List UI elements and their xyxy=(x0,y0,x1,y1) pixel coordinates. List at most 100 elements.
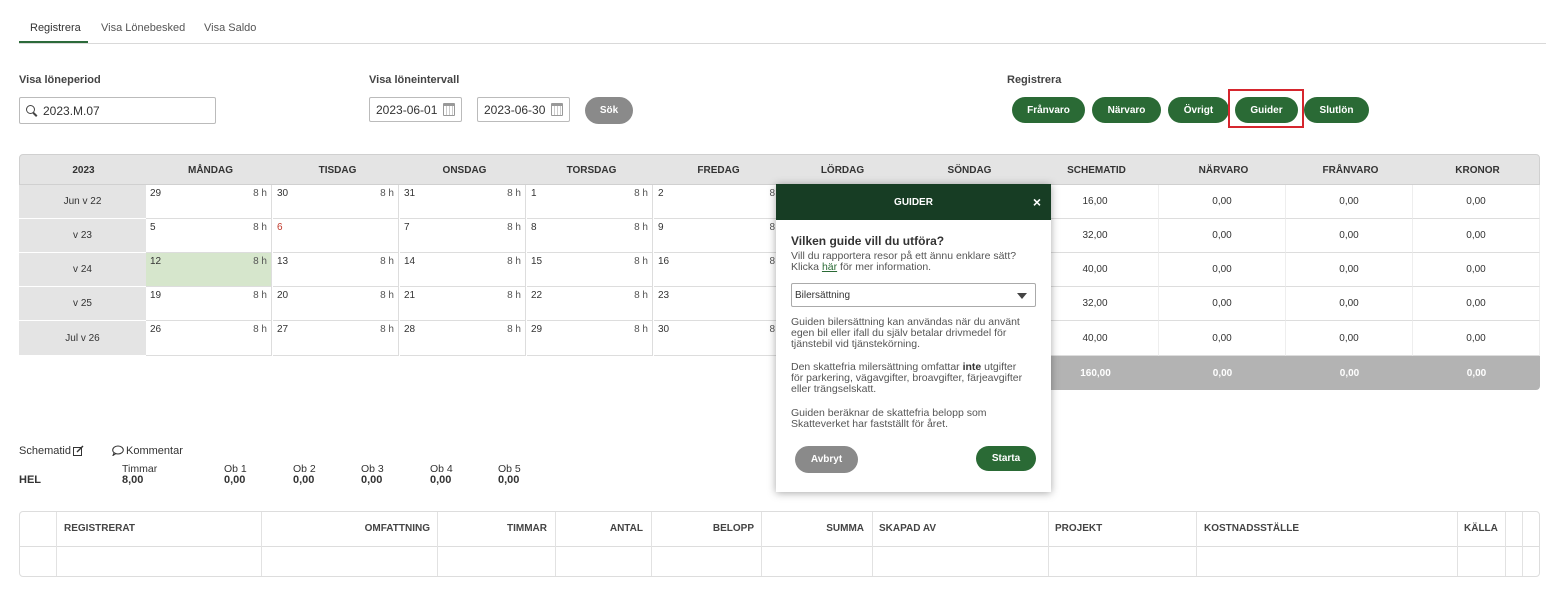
day-cell[interactable]: 5 8 h xyxy=(146,219,272,253)
search-button[interactable]: Sök xyxy=(585,97,633,124)
tab-bar: Registrera Visa Lönebesked Visa Saldo xyxy=(19,0,1546,44)
day-cell[interactable]: 98 xyxy=(654,219,780,253)
period-value: 2023.M.07 xyxy=(43,103,100,118)
day-cell[interactable]: 7 8 h xyxy=(400,219,526,253)
day-header: TISDAG xyxy=(318,165,357,176)
register-label: Registrera xyxy=(1007,74,1062,86)
sum-header: NÄRVARO xyxy=(1198,165,1249,176)
day-cell[interactable]: 22 8 h xyxy=(527,287,653,321)
week-label: v 25 xyxy=(19,287,146,321)
day-cell[interactable]: 23 xyxy=(654,287,780,321)
schematid-cell: 32,00 xyxy=(1032,287,1159,321)
day-cell[interactable]: 27 8 h xyxy=(273,321,399,356)
day-cell[interactable]: 29 8 h xyxy=(527,321,653,356)
day-header: TORSDAG xyxy=(566,165,617,176)
grid-header-divider xyxy=(20,546,1539,547)
day-header: MÅNDAG xyxy=(188,165,233,176)
day-number-holiday: 6 xyxy=(277,222,283,233)
col-kalla[interactable]: KÄLLA xyxy=(1464,523,1498,534)
day-cell-selected[interactable]: 12 8 h xyxy=(146,253,272,287)
grid-separator xyxy=(56,512,57,576)
day-cell[interactable]: 31 8 h xyxy=(400,185,526,219)
col-kostnadsstalle[interactable]: KOSTNADSSTÄLLE xyxy=(1204,523,1299,534)
franvaro-cell: 0,00 xyxy=(1286,253,1413,287)
calendar-icon[interactable] xyxy=(443,103,455,116)
col-registrerat[interactable]: REGISTRERAT xyxy=(64,523,135,534)
day-cell[interactable]: 20 8 h xyxy=(273,287,399,321)
day-number: 23 xyxy=(658,290,670,301)
intro-text: Vill du rapportera resor på ett ännu enk… xyxy=(791,251,1036,273)
timmar-value: 8,00 xyxy=(122,474,144,486)
day-number: 21 xyxy=(404,290,416,301)
franvaro-cell: 0,00 xyxy=(1286,287,1413,321)
comment-icon[interactable] xyxy=(112,445,124,456)
col-skapad-av[interactable]: SKAPAD AV xyxy=(879,523,936,534)
day-number: 26 xyxy=(150,324,162,335)
schematid-cell: 16,00 xyxy=(1032,185,1159,219)
dialog-header: GUIDER xyxy=(776,184,1051,220)
slutlon-button[interactable]: Slutlön xyxy=(1304,97,1369,123)
comment-label[interactable]: Kommentar xyxy=(126,445,183,457)
franvaro-button[interactable]: Frånvaro xyxy=(1012,97,1085,123)
schedule-type: HEL xyxy=(19,474,41,486)
narvaro-button[interactable]: Närvaro xyxy=(1092,97,1161,123)
tab-registrera[interactable]: Registrera xyxy=(30,22,81,34)
day-cell[interactable]: 8 8 h xyxy=(527,219,653,253)
start-button[interactable]: Starta xyxy=(976,446,1036,471)
calendar-icon[interactable] xyxy=(551,103,563,116)
day-cell[interactable]: 30 8 xyxy=(654,321,780,356)
schematid-cell: 32,00 xyxy=(1032,219,1159,253)
col-antal[interactable]: ANTAL xyxy=(555,523,643,534)
tab-visa-saldo[interactable]: Visa Saldo xyxy=(204,22,256,34)
col-belopp[interactable]: BELOPP xyxy=(651,523,754,534)
close-icon[interactable]: × xyxy=(1033,194,1041,210)
day-cell[interactable]: 30 8 h xyxy=(273,185,399,219)
period-input[interactable]: 2023.M.07 xyxy=(19,97,216,124)
info-link[interactable]: här xyxy=(822,261,837,273)
day-hours: 8 h xyxy=(380,290,394,301)
day-number: 2 xyxy=(658,188,664,199)
day-cell[interactable]: 1 8 h xyxy=(527,185,653,219)
day-cell[interactable]: 13 8 h xyxy=(273,253,399,287)
date-from-input[interactable]: 2023-06-01 xyxy=(369,97,462,122)
col-summa[interactable]: SUMMA xyxy=(761,523,864,534)
col-omfattning[interactable]: OMFATTNING xyxy=(261,523,430,534)
day-number: 15 xyxy=(531,256,543,267)
grid-separator xyxy=(1196,512,1197,576)
edit-icon[interactable] xyxy=(73,445,84,456)
col-projekt[interactable]: PROJEKT xyxy=(1055,523,1102,534)
day-cell[interactable]: 28 8 h xyxy=(400,321,526,356)
day-number: 27 xyxy=(277,324,289,335)
guide-select[interactable]: Bilersättning xyxy=(791,283,1036,307)
week-label: Jul v 26 xyxy=(19,321,146,356)
col-timmar[interactable]: TIMMAR xyxy=(437,523,547,534)
day-number: 1 xyxy=(531,188,537,199)
day-cell[interactable]: 19 8 h xyxy=(146,287,272,321)
schematid-label: Schematid xyxy=(19,445,71,457)
day-cell[interactable]: 6 xyxy=(273,219,399,253)
intro-post: för mer information. xyxy=(837,261,932,273)
day-hours: 8 h xyxy=(634,188,648,199)
day-cell[interactable]: 21 8 h xyxy=(400,287,526,321)
day-cell[interactable]: 28 xyxy=(654,185,780,219)
guider-dialog: GUIDER × Vilken guide vill du utföra? Vi… xyxy=(776,184,1051,492)
ovrigt-button[interactable]: Övrigt xyxy=(1168,97,1229,123)
tab-visa-lonebesked[interactable]: Visa Lönebesked xyxy=(101,22,185,34)
ob1-value: 0,00 xyxy=(224,474,246,486)
day-number: 16 xyxy=(658,256,670,267)
day-cell[interactable]: 14 8 h xyxy=(400,253,526,287)
totals-row: 160,00 0,00 0,00 0,00 xyxy=(1032,356,1540,390)
period-label: Visa löneperiod xyxy=(19,74,101,86)
ob2-value: 0,00 xyxy=(293,474,315,486)
day-cell[interactable]: 15 8 h xyxy=(527,253,653,287)
day-cell[interactable]: 26 8 h xyxy=(146,321,272,356)
week-label: v 24 xyxy=(19,253,146,287)
grid-separator xyxy=(761,512,762,576)
day-cell[interactable]: 16 8 xyxy=(654,253,780,287)
day-number: 22 xyxy=(531,290,543,301)
cancel-button[interactable]: Avbryt xyxy=(795,446,858,473)
day-hours: 8 h xyxy=(634,222,648,233)
day-cell[interactable]: 29 8 h xyxy=(146,185,272,219)
day-header: FREDAG xyxy=(697,165,740,176)
date-to-input[interactable]: 2023-06-30 xyxy=(477,97,570,122)
